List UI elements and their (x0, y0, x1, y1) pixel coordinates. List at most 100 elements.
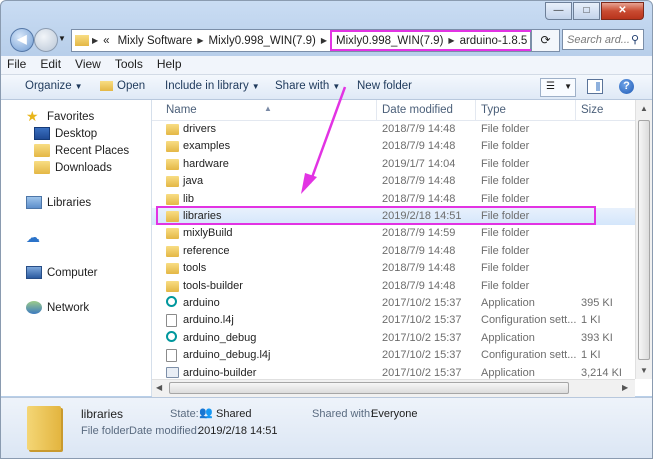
horizontal-scrollbar[interactable]: ◀ ▶ (152, 379, 635, 397)
search-input[interactable]: Search ard... ⚲ (562, 29, 644, 50)
file-type: File folder (481, 140, 530, 153)
refresh-button[interactable]: ⟳ (531, 29, 560, 52)
column-divider[interactable] (376, 100, 377, 120)
scroll-down-icon[interactable]: ▼ (640, 366, 648, 375)
column-size[interactable]: Size (581, 104, 603, 116)
file-row[interactable]: arduino_debug.l4j 2017/10/2 15:37 Configur… (152, 347, 635, 364)
file-name: lib (183, 192, 195, 205)
organize-button[interactable]: Organize ▼ (25, 80, 83, 92)
file-row[interactable]: libraries 2019/2/18 14:51 File folder (152, 206, 635, 225)
nav-desktop[interactable]: Desktop (34, 127, 97, 140)
file-size: 393 KI (581, 331, 613, 344)
menu-help[interactable]: Help (151, 56, 190, 74)
nav-downloads-label: Downloads (55, 161, 112, 174)
breadcrumb-chevron-icon[interactable]: ▶ (320, 36, 328, 45)
breadcrumb-chevron-icon[interactable]: ▶ (196, 36, 204, 45)
new-folder-button[interactable]: New folder (357, 80, 412, 92)
file-row[interactable]: arduino 2017/10/2 15:37 Application 395 KI (152, 295, 635, 312)
nav-recent-places[interactable]: Recent Places (34, 144, 129, 157)
arduino-icon (166, 296, 177, 307)
recent-pages-dropdown-icon[interactable]: ▼ (58, 34, 66, 43)
horizontal-scroll-thumb[interactable] (169, 382, 569, 394)
forward-button[interactable] (34, 28, 58, 52)
scroll-left-icon[interactable]: ◀ (156, 383, 162, 392)
maximize-button[interactable]: □ (573, 2, 600, 20)
details-kind: File folder (81, 425, 130, 437)
file-date: 2018/7/9 14:48 (382, 262, 456, 275)
open-button[interactable]: Open (100, 80, 145, 92)
column-header-row: ▲ Name Date modified Type Size (152, 100, 635, 121)
file-row[interactable]: examples 2018/7/9 14:48 File folder (152, 138, 635, 155)
menu-file[interactable]: File (1, 56, 34, 74)
breadcrumb-chevron-icon[interactable]: ▶ (91, 36, 99, 45)
command-bar: Organize ▼ Open Include in library ▼ Share… (1, 75, 652, 100)
file-row[interactable]: drivers 2018/7/9 14:48 File folder (152, 121, 635, 138)
explorer-window: — □ ✕ ◀ ▼ ▶ « Mixly Software ▶ Mixly0.99… (0, 0, 653, 459)
vertical-scroll-thumb[interactable] (638, 120, 650, 360)
include-in-library-button[interactable]: Include in library ▼ (165, 80, 260, 92)
breadcrumb-mixly-software[interactable]: Mixly Software (114, 35, 197, 47)
breadcrumb-arduino[interactable]: arduino-1.8.5 (456, 35, 532, 47)
close-button[interactable]: ✕ (601, 2, 644, 20)
navigation-bar: ◀ ▼ ▶ « Mixly Software ▶ Mixly0.998_WIN(… (1, 25, 652, 55)
file-name: arduino_debug.l4j (183, 349, 271, 362)
menu-edit[interactable]: Edit (34, 56, 69, 74)
breadcrumb-mixly-win-highlighted[interactable]: Mixly0.998_WIN(7.9) (332, 35, 447, 47)
file-row[interactable]: tools 2018/7/9 14:48 File folder (152, 260, 635, 277)
desktop-icon (34, 127, 50, 140)
nav-network[interactable]: Network (26, 301, 89, 314)
folder-icon (166, 176, 179, 188)
file-row[interactable]: arduino.l4j 2017/10/2 15:37 Configuration … (152, 312, 635, 329)
file-date: 2019/1/7 14:04 (382, 157, 456, 170)
column-divider[interactable] (575, 100, 576, 120)
file-date: 2017/10/2 15:37 (382, 349, 462, 362)
nav-computer[interactable]: Computer (26, 266, 98, 279)
file-row[interactable]: reference 2018/7/9 14:48 File folder (152, 243, 635, 260)
change-view-button[interactable]: ☰ ▼ (540, 78, 576, 97)
nav-cloud[interactable]: ☁ (26, 230, 47, 244)
file-size: 1 KI (581, 349, 601, 362)
file-row[interactable]: java 2018/7/9 14:48 File folder (152, 173, 635, 190)
minimize-button[interactable]: — (545, 2, 572, 20)
share-with-button[interactable]: Share with ▼ (275, 80, 340, 92)
column-date-modified[interactable]: Date modified (382, 104, 453, 116)
file-date: 2018/7/9 14:48 (382, 279, 456, 292)
breadcrumb-mixly-win[interactable]: Mixly0.998_WIN(7.9) (205, 35, 320, 47)
content-area: ★ Favorites Desktop Recent Places Downloa… (1, 100, 652, 397)
breadcrumb-overflow[interactable]: « (99, 35, 113, 47)
file-row[interactable]: mixlyBuild 2018/7/9 14:59 File folder (152, 225, 635, 242)
file-row[interactable]: tools-builder 2018/7/9 14:48 File folder (152, 278, 635, 295)
file-row[interactable]: hardware 2019/1/7 14:04 File folder (152, 156, 635, 173)
nav-downloads[interactable]: Downloads (34, 161, 112, 174)
menu-view[interactable]: View (69, 56, 109, 74)
scroll-right-icon[interactable]: ▶ (622, 383, 628, 392)
file-type: File folder (481, 244, 530, 257)
column-name[interactable]: Name (166, 104, 197, 116)
file-row[interactable]: arduino_debug 2017/10/2 15:37 Application 3… (152, 330, 635, 347)
address-bar[interactable]: ▶ « Mixly Software ▶ Mixly0.998_WIN(7.9)… (71, 29, 552, 52)
config-file-icon (166, 349, 177, 363)
include-label: Include in library (165, 80, 249, 92)
sort-ascending-icon: ▲ (264, 104, 272, 113)
column-type[interactable]: Type (481, 104, 506, 116)
nav-favorites[interactable]: ★ Favorites (26, 109, 94, 123)
file-date: 2017/10/2 15:37 (382, 366, 462, 379)
file-name: tools-builder (183, 279, 243, 292)
details-modified-label: Date modified: (129, 425, 200, 437)
highlight-box (156, 206, 596, 225)
file-date: 2019/2/18 14:51 (382, 210, 462, 222)
folder-icon (72, 34, 91, 47)
large-folder-icon (27, 406, 61, 450)
column-divider[interactable] (475, 100, 476, 120)
folder-icon (166, 263, 179, 275)
scroll-up-icon[interactable]: ▲ (640, 104, 648, 113)
help-icon[interactable]: ? (619, 79, 634, 94)
vertical-scrollbar[interactable]: ▲ ▼ (635, 100, 652, 379)
file-date: 2018/7/9 14:48 (382, 175, 456, 188)
organize-label: Organize (25, 80, 72, 92)
preview-pane-icon[interactable] (587, 79, 603, 94)
breadcrumb-chevron-icon[interactable]: ▶ (447, 36, 455, 45)
back-button[interactable]: ◀ (10, 28, 34, 52)
menu-tools[interactable]: Tools (109, 56, 151, 74)
nav-libraries[interactable]: Libraries (26, 196, 91, 209)
